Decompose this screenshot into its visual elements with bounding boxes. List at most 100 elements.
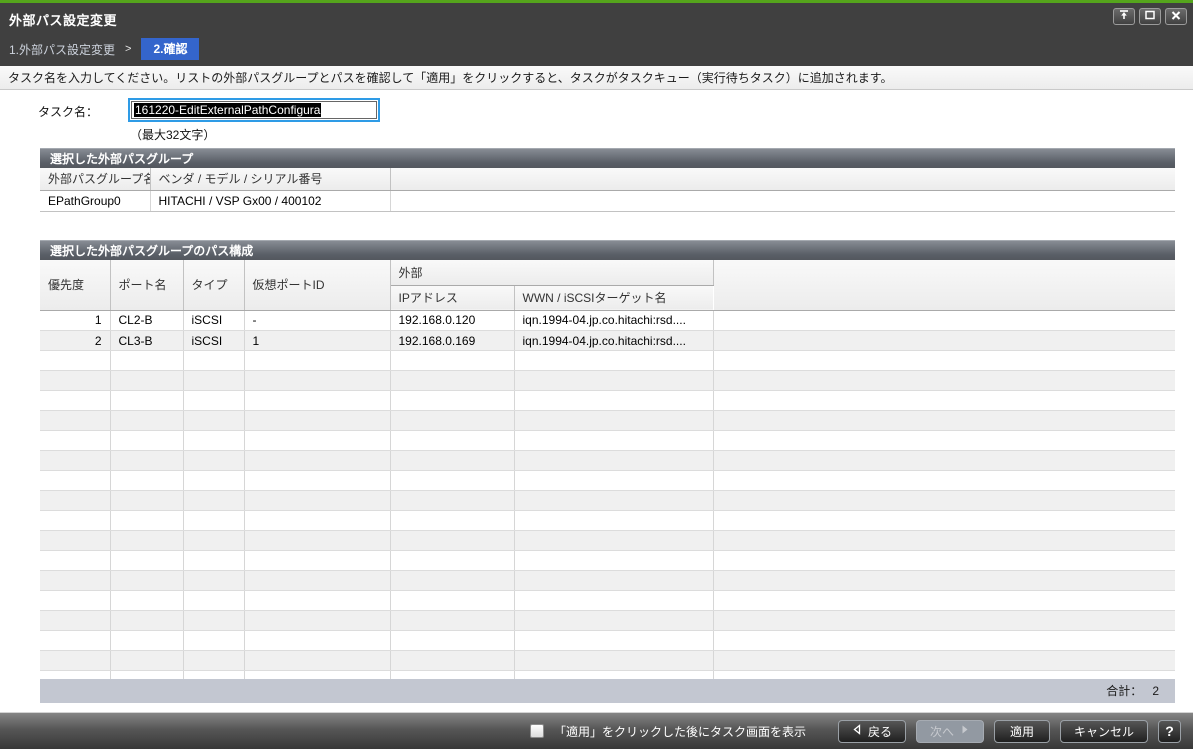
show-task-screen-checkbox[interactable] xyxy=(530,724,544,738)
empty-cell xyxy=(110,611,183,631)
help-icon: ? xyxy=(1165,723,1174,739)
empty-cell xyxy=(514,651,713,671)
empty-row xyxy=(40,611,1175,631)
next-arrow-icon xyxy=(960,724,970,738)
empty-cell xyxy=(183,571,244,591)
empty-cell xyxy=(183,651,244,671)
back-button[interactable]: 戻る xyxy=(838,720,906,743)
empty-cell xyxy=(183,411,244,431)
empty-cell xyxy=(390,451,514,471)
empty-cell xyxy=(40,591,110,611)
total-label: 合計： xyxy=(1106,682,1142,699)
empty-cell xyxy=(390,591,514,611)
empty-cell xyxy=(390,571,514,591)
selected-path-group-section: 選択した外部パスグループ 外部パスグループ名 ベンダ / モデル / シリアル番… xyxy=(40,148,1175,212)
empty-cell xyxy=(183,531,244,551)
cell-spacer xyxy=(713,311,1175,331)
column-header-spacer xyxy=(390,168,1175,190)
column-header-ip: IPアドレス xyxy=(390,285,514,310)
cell-spacer xyxy=(390,190,1175,211)
empty-cell xyxy=(713,611,1175,631)
empty-cell xyxy=(713,591,1175,611)
collapse-window-button[interactable] xyxy=(1113,8,1135,25)
empty-row xyxy=(40,371,1175,391)
cell-port: CL3-B xyxy=(110,331,183,351)
table-header-row: 外部パスグループ名 ベンダ / モデル / シリアル番号 xyxy=(40,168,1175,190)
empty-cell xyxy=(390,531,514,551)
empty-cell xyxy=(514,431,713,451)
empty-cell xyxy=(713,491,1175,511)
empty-cell xyxy=(514,631,713,651)
empty-cell xyxy=(244,471,390,491)
empty-cell xyxy=(390,371,514,391)
empty-cell xyxy=(514,511,713,531)
cell-group-name: EPathGroup0 xyxy=(40,190,150,211)
empty-cell xyxy=(183,351,244,371)
task-name-input[interactable]: 161220-EditExternalPathConfigura xyxy=(128,98,380,122)
path-configuration-section: 選択した外部パスグループのパス構成 優先度 ポート名 タイプ 仮想ポートID 外… xyxy=(40,240,1175,703)
empty-cell xyxy=(110,651,183,671)
empty-row xyxy=(40,551,1175,571)
cell-type: iSCSI xyxy=(183,311,244,331)
empty-cell xyxy=(110,451,183,471)
empty-cell xyxy=(514,571,713,591)
empty-cell xyxy=(110,411,183,431)
column-header-type: タイプ xyxy=(183,260,244,310)
empty-cell xyxy=(244,351,390,371)
empty-cell xyxy=(40,431,110,451)
empty-row xyxy=(40,411,1175,431)
next-button: 次へ xyxy=(916,720,984,743)
empty-cell xyxy=(110,631,183,651)
empty-cell xyxy=(713,631,1175,651)
dialog-external-path-edit: 外部パス設定変更 xyxy=(0,0,1193,749)
close-window-button[interactable] xyxy=(1165,8,1187,25)
help-button[interactable]: ? xyxy=(1158,720,1181,743)
column-header-priority: 優先度 xyxy=(40,260,110,310)
window-titlebar: 外部パス設定変更 xyxy=(0,0,1193,66)
empty-cell xyxy=(713,671,1175,679)
empty-cell xyxy=(183,471,244,491)
empty-cell xyxy=(713,471,1175,491)
empty-cell xyxy=(40,491,110,511)
cell-virtual-port: - xyxy=(244,311,390,331)
empty-cell xyxy=(514,671,713,679)
empty-cell xyxy=(390,511,514,531)
empty-cell xyxy=(40,511,110,531)
column-header-vendor: ベンダ / モデル / シリアル番号 xyxy=(150,168,390,190)
task-name-label: タスク名： xyxy=(38,103,98,120)
empty-cell xyxy=(244,431,390,451)
task-name-max-length-hint: （最大32文字） xyxy=(130,126,215,143)
empty-cell xyxy=(110,531,183,551)
show-task-screen-checkbox-label: 「適用」をクリックした後にタスク画面を表示 xyxy=(554,723,806,740)
empty-cell xyxy=(390,491,514,511)
wizard-breadcrumb: 1.外部パス設定変更 > 2.確認 xyxy=(0,29,1193,60)
empty-cell xyxy=(110,571,183,591)
breadcrumb-step-2-active: 2.確認 xyxy=(141,38,199,60)
empty-cell xyxy=(244,531,390,551)
empty-cell xyxy=(390,431,514,451)
empty-cell xyxy=(110,511,183,531)
instruction-text: タスク名を入力してください。リストの外部パスグループとパスを確認して「適用」をク… xyxy=(0,66,1193,90)
task-name-value: 161220-EditExternalPathConfigura xyxy=(134,103,321,117)
maximize-window-button[interactable] xyxy=(1139,8,1161,25)
empty-row xyxy=(40,391,1175,411)
empty-cell xyxy=(514,451,713,471)
empty-cell xyxy=(183,511,244,531)
empty-cell xyxy=(183,491,244,511)
empty-cell xyxy=(40,651,110,671)
empty-cell xyxy=(390,631,514,651)
empty-cell xyxy=(713,451,1175,471)
empty-cell xyxy=(390,351,514,371)
cell-ip: 192.168.0.169 xyxy=(390,331,514,351)
empty-cell xyxy=(183,391,244,411)
breadcrumb-step-1: 1.外部パス設定変更 xyxy=(9,41,115,58)
empty-cell xyxy=(244,591,390,611)
empty-cell xyxy=(40,411,110,431)
path-table-footer: 合計： 2 xyxy=(40,679,1175,703)
cancel-button[interactable]: キャンセル xyxy=(1060,720,1148,743)
empty-cell xyxy=(244,511,390,531)
empty-cell xyxy=(183,611,244,631)
empty-cell xyxy=(713,431,1175,451)
empty-cell xyxy=(110,371,183,391)
apply-button[interactable]: 適用 xyxy=(994,720,1050,743)
